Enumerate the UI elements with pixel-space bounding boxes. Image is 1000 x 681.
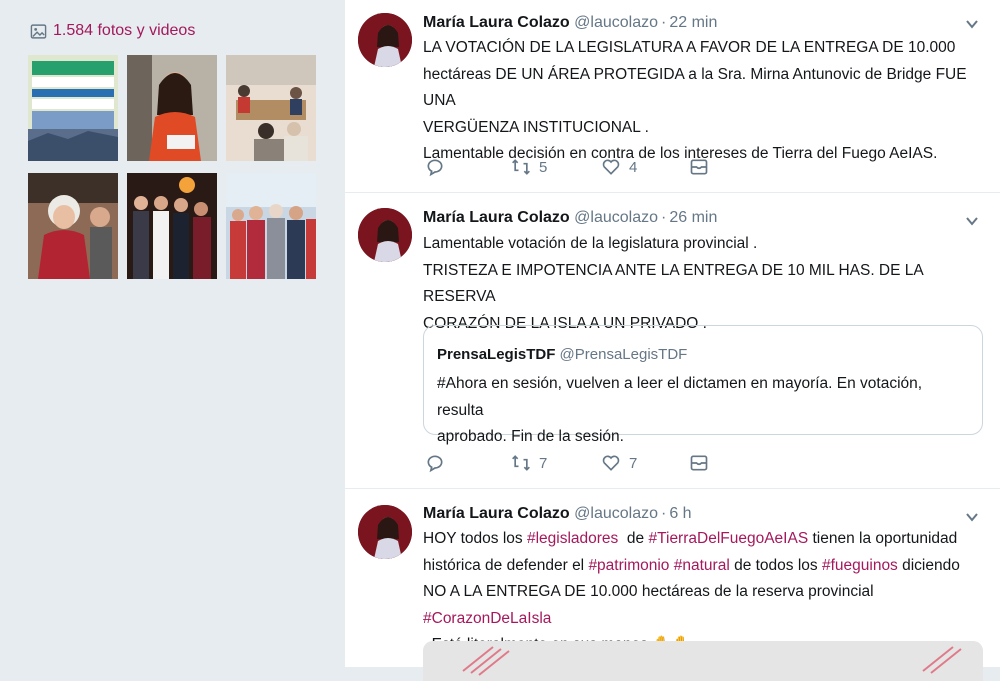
chevron-down-icon[interactable]	[964, 509, 980, 525]
reply-icon	[427, 159, 443, 177]
quoted-tweet-text: #Ahora en sesión, vuelven a leer el dict…	[437, 375, 923, 445]
avatar[interactable]	[358, 505, 412, 559]
reply-button[interactable]	[425, 453, 511, 473]
author-name[interactable]: María Laura Colazo	[423, 14, 570, 31]
author-handle[interactable]: @laucolazo	[574, 209, 658, 226]
hashtag-link[interactable]: #TierraDelFuegoAeIAS	[648, 530, 808, 547]
timestamp[interactable]: 22 min	[669, 14, 717, 31]
direct-message-button[interactable]	[689, 453, 709, 473]
envelope-icon	[690, 455, 708, 471]
tweet-text: Lamentable votación de la legislatura pr…	[423, 235, 923, 332]
infographic-thumb[interactable]	[28, 55, 118, 161]
retweet-count: 7	[539, 454, 548, 472]
author-name[interactable]: María Laura Colazo	[423, 209, 570, 226]
author-name[interactable]: María Laura Colazo	[423, 505, 570, 522]
quoted-tweet-header: PrensaLegisTDF @PrensaLegisTDF	[437, 346, 687, 363]
heart-icon	[602, 159, 620, 175]
media-grid	[28, 55, 316, 279]
retweet-button[interactable]: 5	[511, 157, 601, 177]
timeline: María Laura Colazo @laucolazo · 22 min LA …	[345, 0, 1000, 681]
like-button[interactable]: 7	[601, 453, 689, 473]
hashtag-link[interactable]: #CorazonDeLaIsla	[423, 610, 551, 627]
woman-speaking-thumb[interactable]	[127, 55, 217, 161]
elder-woman-thumb[interactable]	[28, 173, 118, 279]
tweet-header: María Laura Colazo @laucolazo · 26 min	[423, 209, 717, 227]
group-photo-thumb[interactable]	[226, 173, 316, 279]
separator-dot: ·	[661, 505, 667, 522]
tweet[interactable]: María Laura Colazo @laucolazo · 26 min Lam…	[345, 193, 1000, 489]
tweet-text: HOY todos los #legisladores de #TierraDe…	[423, 526, 988, 659]
reply-icon	[427, 455, 443, 473]
quoted-author-name: PrensaLegisTDF	[437, 346, 556, 363]
like-button[interactable]: 4	[601, 157, 689, 177]
envelope-icon	[690, 159, 708, 175]
reply-button[interactable]	[425, 157, 511, 177]
like-count: 4	[629, 158, 638, 176]
media-thumbnail	[423, 641, 983, 681]
retweet-count: 5	[539, 158, 548, 176]
like-count: 7	[629, 454, 638, 472]
retweet-icon	[512, 455, 530, 471]
timestamp[interactable]: 26 min	[669, 209, 717, 226]
quoted-author-handle: @PrensaLegisTDF	[559, 346, 688, 363]
hashtag-link[interactable]: #fueguinos	[822, 557, 898, 574]
chevron-down-icon[interactable]	[964, 213, 980, 229]
retweet-button[interactable]: 7	[511, 453, 601, 473]
timestamp[interactable]: 6 h	[669, 505, 691, 522]
chevron-down-icon[interactable]	[964, 16, 980, 32]
media-count-label: 1.584 fotos y videos	[53, 22, 196, 39]
meeting-thumb[interactable]	[226, 55, 316, 161]
tweet-header: María Laura Colazo @laucolazo · 22 min	[423, 14, 717, 32]
quoted-tweet[interactable]: PrensaLegisTDF @PrensaLegisTDF #Ahora en…	[423, 325, 983, 445]
retweet-icon	[512, 159, 530, 175]
image-icon	[30, 23, 47, 39]
separator-dot: ·	[661, 14, 667, 31]
author-handle[interactable]: @laucolazo	[574, 505, 658, 522]
tweet[interactable]: María Laura Colazo @laucolazo · 22 min LA …	[345, 0, 1000, 193]
hashtag-link[interactable]: #natural	[674, 557, 730, 574]
group-night-thumb[interactable]	[127, 173, 217, 279]
tweet-actions: 7 7	[425, 453, 709, 473]
hashtag-link[interactable]: #patrimonio	[588, 557, 669, 574]
profile-sidebar: 1.584 fotos y videos	[0, 0, 345, 667]
direct-message-button[interactable]	[689, 157, 709, 177]
tweet-actions: 5 4	[425, 157, 709, 177]
avatar[interactable]	[358, 208, 412, 262]
avatar[interactable]	[358, 13, 412, 67]
separator-dot: ·	[661, 209, 667, 226]
photos-videos-link[interactable]: 1.584 fotos y videos	[30, 22, 195, 40]
tweet-media-preview[interactable]	[423, 641, 983, 681]
tweet[interactable]: María Laura Colazo @laucolazo · 6 h HOY to…	[345, 489, 1000, 681]
hashtag-link[interactable]: #legisladores	[527, 530, 618, 547]
tweet-header: María Laura Colazo @laucolazo · 6 h	[423, 505, 692, 523]
heart-icon	[602, 455, 620, 471]
author-handle[interactable]: @laucolazo	[574, 14, 658, 31]
tweet-text: LA VOTACIÓN DE LA LEGISLATURA A FAVOR DE…	[423, 39, 967, 162]
